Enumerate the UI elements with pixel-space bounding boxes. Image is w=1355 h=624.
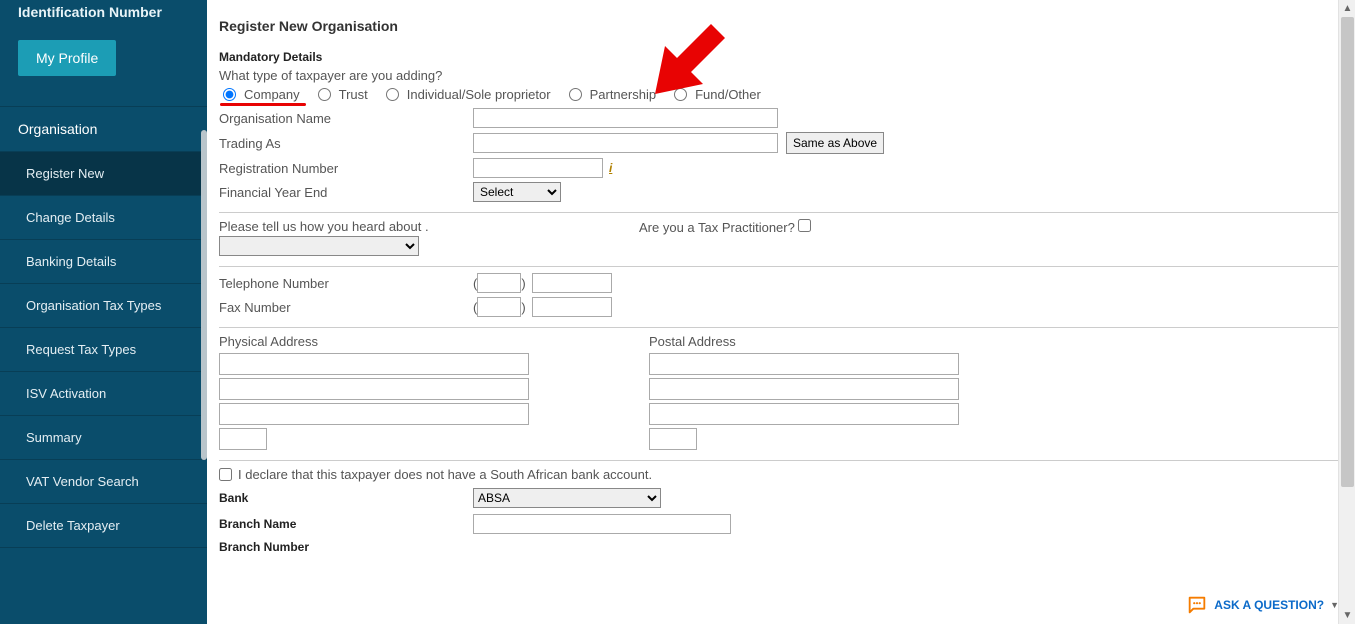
practitioner-checkbox[interactable] — [798, 219, 811, 232]
sidebar-item-vat-vendor-search[interactable]: VAT Vendor Search — [0, 460, 207, 504]
page-title: Register New Organisation — [219, 18, 1343, 34]
chat-icon — [1186, 594, 1208, 616]
postal-address-line2[interactable] — [649, 378, 959, 400]
ask-a-question-button[interactable]: ASK A QUESTION? ▼ — [1186, 594, 1339, 616]
org-name-label: Organisation Name — [219, 111, 473, 126]
sidebar-item-org-tax-types[interactable]: Organisation Tax Types — [0, 284, 207, 328]
radio-company[interactable] — [223, 88, 236, 101]
sidebar: Identification Number My Profile Organis… — [0, 0, 207, 624]
bank-select[interactable]: ABSA — [473, 488, 661, 508]
ask-a-question-label: ASK A QUESTION? — [1214, 598, 1324, 612]
fax-label: Fax Number — [219, 300, 473, 315]
sidebar-item-label: Register New — [26, 166, 104, 181]
label-individual: Individual/Sole proprietor — [407, 87, 551, 102]
label-company: Company — [244, 87, 300, 102]
sidebar-section-organisation[interactable]: Organisation — [0, 106, 207, 152]
heard-about-select[interactable] — [219, 236, 419, 256]
fax-number-input[interactable] — [532, 297, 612, 317]
divider — [219, 212, 1343, 213]
sidebar-item-label: Organisation Tax Types — [26, 298, 161, 313]
physical-address-zip[interactable] — [219, 428, 267, 450]
trading-as-label: Trading As — [219, 136, 473, 151]
registration-number-label: Registration Number — [219, 161, 473, 176]
telephone-code-input[interactable] — [477, 273, 521, 293]
page-scrollbar[interactable]: ▲ ▼ — [1338, 0, 1355, 624]
sidebar-item-label: Request Tax Types — [26, 342, 136, 357]
divider — [219, 460, 1343, 461]
taxpayer-question: What type of taxpayer are you adding? — [219, 68, 1343, 83]
sidebar-item-request-tax-types[interactable]: Request Tax Types — [0, 328, 207, 372]
scroll-up-icon[interactable]: ▲ — [1339, 0, 1355, 17]
label-trust: Trust — [339, 87, 368, 102]
sidebar-item-label: ISV Activation — [26, 386, 106, 401]
sidebar-item-label: Change Details — [26, 210, 115, 225]
scroll-down-icon[interactable]: ▼ — [1339, 607, 1355, 624]
my-profile-button[interactable]: My Profile — [18, 40, 116, 76]
sidebar-item-label: Summary — [26, 430, 82, 445]
mandatory-details-label: Mandatory Details — [219, 50, 1343, 64]
postal-address-line3[interactable] — [649, 403, 959, 425]
radio-partnership[interactable] — [569, 88, 582, 101]
radio-individual[interactable] — [386, 88, 399, 101]
info-icon[interactable]: i — [609, 161, 612, 175]
trading-as-input[interactable] — [473, 133, 778, 153]
postal-address-zip[interactable] — [649, 428, 697, 450]
heard-about-label: Please tell us how you heard about . — [219, 219, 619, 234]
telephone-number-input[interactable] — [532, 273, 612, 293]
physical-address-line1[interactable] — [219, 353, 529, 375]
branch-name-label: Branch Name — [219, 517, 473, 531]
physical-address-line2[interactable] — [219, 378, 529, 400]
bank-label: Bank — [219, 491, 473, 505]
sidebar-item-change-details[interactable]: Change Details — [0, 196, 207, 240]
financial-year-end-label: Financial Year End — [219, 185, 473, 200]
label-fund: Fund/Other — [695, 87, 761, 102]
sidebar-item-register-new[interactable]: Register New — [0, 152, 207, 196]
divider — [219, 266, 1343, 267]
postal-address-line1[interactable] — [649, 353, 959, 375]
physical-address-line3[interactable] — [219, 403, 529, 425]
sidebar-item-label: Delete Taxpayer — [26, 518, 120, 533]
registration-number-input[interactable] — [473, 158, 603, 178]
same-as-above-button[interactable]: Same as Above — [786, 132, 884, 154]
sidebar-item-label: Banking Details — [26, 254, 116, 269]
radio-trust[interactable] — [318, 88, 331, 101]
label-partnership: Partnership — [590, 87, 656, 102]
fax-code-input[interactable] — [477, 297, 521, 317]
sidebar-item-isv-activation[interactable]: ISV Activation — [0, 372, 207, 416]
divider — [219, 327, 1343, 328]
sidebar-item-banking-details[interactable]: Banking Details — [0, 240, 207, 284]
declare-text: I declare that this taxpayer does not ha… — [238, 467, 652, 482]
sidebar-item-delete-taxpayer[interactable]: Delete Taxpayer — [0, 504, 207, 548]
branch-number-label: Branch Number — [219, 540, 473, 554]
sidebar-item-summary[interactable]: Summary — [0, 416, 207, 460]
financial-year-end-select[interactable]: Select — [473, 182, 561, 202]
postal-address-label: Postal Address — [649, 334, 959, 349]
taxpayer-type-radio-row: Company Trust Individual/Sole proprietor… — [219, 87, 1343, 102]
identification-number-heading: Identification Number — [18, 0, 189, 28]
telephone-label: Telephone Number — [219, 276, 473, 291]
physical-address-label: Physical Address — [219, 334, 529, 349]
practitioner-label: Are you a Tax Practitioner? — [639, 220, 795, 235]
branch-name-input[interactable] — [473, 514, 731, 534]
radio-fund[interactable] — [674, 88, 687, 101]
org-name-input[interactable] — [473, 108, 778, 128]
declare-checkbox[interactable] — [219, 468, 232, 481]
scroll-thumb[interactable] — [1341, 17, 1354, 487]
sidebar-item-label: VAT Vendor Search — [26, 474, 139, 489]
